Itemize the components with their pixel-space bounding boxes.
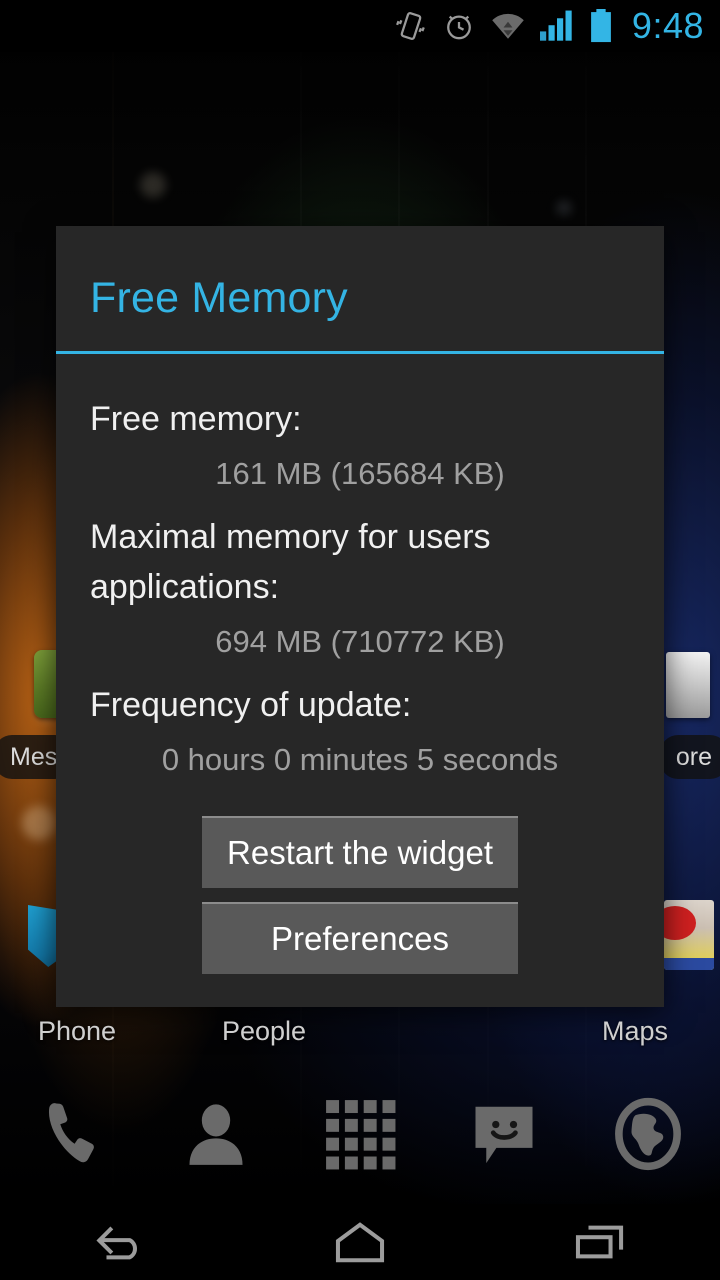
wifi-icon: [490, 10, 526, 42]
dock-app-drawer-icon[interactable]: [312, 1086, 408, 1182]
alarm-icon: [442, 9, 476, 43]
navigation-bar: [0, 1204, 720, 1280]
nav-home-button[interactable]: [285, 1204, 435, 1280]
dock-people-icon[interactable]: [168, 1086, 264, 1182]
battery-icon: [588, 9, 614, 43]
free-memory-label: Free memory:: [90, 400, 302, 438]
nav-recents-button[interactable]: [525, 1204, 675, 1280]
app-label-people: People: [222, 1016, 307, 1046]
status-bar-clock: 9:48: [631, 5, 704, 46]
free-memory-value: 161 MB (165684 KB): [215, 456, 505, 491]
preferences-button[interactable]: Preferences: [202, 902, 518, 974]
status-bar: 9:48: [0, 0, 720, 52]
nav-back-button[interactable]: [45, 1204, 195, 1280]
restart-widget-button[interactable]: Restart the widget: [202, 816, 518, 888]
frequency-label: Frequency of update:: [90, 686, 412, 724]
dialog-title: Free Memory: [90, 274, 348, 322]
home-app-icon-red[interactable]: [664, 900, 714, 970]
app-label-maps: Maps: [602, 1016, 669, 1046]
dock-messaging-icon[interactable]: [456, 1086, 552, 1182]
dialog-title-bar: Free Memory: [56, 226, 664, 351]
frequency-value: 0 hours 0 minutes 5 seconds: [161, 742, 559, 777]
dialog-body: Free memory: 161 MB (165684 KB) Maximal …: [56, 354, 664, 1007]
play-store-shortcut-label[interactable]: ore: [659, 735, 720, 779]
dock-phone-icon[interactable]: [24, 1086, 120, 1182]
max-memory-label: Maximal memory for users applications:: [90, 518, 491, 606]
max-memory-value: 694 MB (710772 KB): [215, 624, 505, 659]
app-label-phone: Phone: [38, 1016, 117, 1046]
signal-icon: [539, 10, 574, 42]
dock: [0, 1076, 720, 1192]
home-app-icon-white[interactable]: [666, 652, 710, 718]
dialog-button-group: Restart the widget Preferences: [90, 782, 630, 974]
free-memory-dialog: Free Memory Free memory: 161 MB (165684 …: [56, 226, 664, 1007]
android-screen: Mes ore 9:48 Free Memory Free memory: 16…: [0, 0, 720, 1280]
vibrate-icon: [394, 9, 428, 43]
dock-browser-icon[interactable]: [600, 1086, 696, 1182]
